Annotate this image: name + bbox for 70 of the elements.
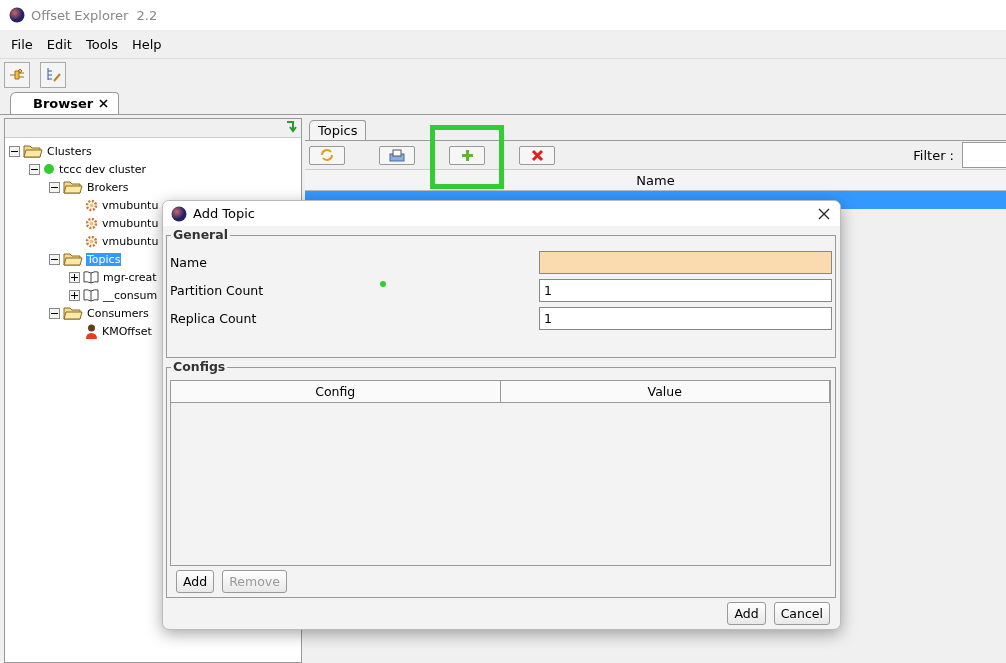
column-header[interactable]: Config: [171, 381, 501, 402]
book-icon: [83, 270, 99, 284]
printer-icon: [389, 148, 405, 162]
tree-item[interactable]: mgr-creat: [102, 270, 158, 284]
dialog-title: Add Topic: [193, 206, 256, 222]
field-label: Partition Count: [170, 282, 264, 298]
folder-icon: [63, 306, 83, 320]
edit-tree-button[interactable]: [40, 62, 66, 88]
menu-item[interactable]: Tools: [80, 36, 123, 52]
tree-item[interactable]: KMOffset: [101, 324, 153, 338]
input-field[interactable]: [539, 250, 832, 274]
app-logo-icon: [171, 205, 187, 222]
gear-icon: [85, 216, 98, 230]
filter-label: Filter :: [913, 147, 954, 163]
gear-icon: [85, 234, 98, 248]
refresh-button[interactable]: [309, 145, 345, 165]
add-button[interactable]: [449, 145, 485, 165]
person-icon: [85, 323, 98, 339]
dot-mark: [380, 281, 386, 288]
app-logo-icon: [9, 7, 25, 23]
close-icon[interactable]: [99, 99, 109, 108]
column-header[interactable]: Name: [305, 169, 1006, 191]
config-button[interactable]: Add: [176, 570, 215, 593]
expand-toggle[interactable]: [69, 271, 80, 283]
expand-toggle[interactable]: [49, 181, 60, 193]
tree-item[interactable]: Brokers: [86, 180, 130, 194]
expand-toggle[interactable]: [69, 289, 80, 301]
expand-toggle[interactable]: [49, 307, 60, 319]
menu-item[interactable]: Help: [127, 36, 167, 52]
tree-item[interactable]: __consum: [102, 288, 159, 302]
tree-item[interactable]: vmubuntu: [101, 234, 160, 248]
column-header[interactable]: Value: [500, 381, 830, 402]
input-field[interactable]: 1: [539, 306, 832, 330]
folder-icon: [63, 252, 83, 266]
expand-toggle[interactable]: [9, 145, 20, 157]
field-label: Replica Count: [170, 310, 257, 326]
delete-button[interactable]: [519, 145, 555, 165]
cross-icon: [530, 148, 544, 162]
window-title: Offset Explorer 2.2: [31, 7, 158, 23]
plus-icon: [460, 148, 474, 162]
expand-toggle[interactable]: [49, 253, 60, 265]
folder-icon: [23, 144, 43, 158]
tree-item[interactable]: Clusters: [46, 144, 93, 158]
menu-item[interactable]: File: [6, 36, 38, 52]
field-label: Name: [170, 254, 207, 270]
plus-icon: [71, 273, 78, 281]
tree-item[interactable]: vmubuntu: [101, 198, 160, 212]
expand-toggle[interactable]: [29, 163, 40, 175]
tree-pencil-icon: [45, 67, 61, 83]
dialog-button[interactable]: Cancel: [773, 602, 830, 625]
browser-tab[interactable]: Browser: [10, 92, 120, 114]
plug-icon: [9, 68, 25, 82]
folder-icon: [63, 180, 83, 194]
group-title: Configs: [171, 359, 228, 374]
dialog-button[interactable]: Add: [727, 602, 766, 625]
plus-icon: [71, 291, 78, 299]
filter-field[interactable]: [962, 142, 1006, 168]
tree-item[interactable]: vmubuntu: [101, 216, 160, 230]
book-icon: [83, 288, 99, 302]
tree-item[interactable]: tccc dev cluster: [58, 162, 148, 176]
topics-tab[interactable]: Topics: [309, 120, 367, 140]
status-dot-icon: [43, 163, 55, 175]
input-field[interactable]: 1: [539, 278, 832, 302]
menu-item[interactable]: Edit: [41, 36, 77, 52]
refresh-icon: [319, 148, 335, 162]
arrow-down-icon[interactable]: [285, 119, 297, 133]
tree-item[interactable]: Consumers: [86, 306, 150, 320]
connect-button[interactable]: [4, 62, 30, 88]
gear-icon: [85, 198, 98, 212]
print-button[interactable]: [379, 145, 415, 165]
